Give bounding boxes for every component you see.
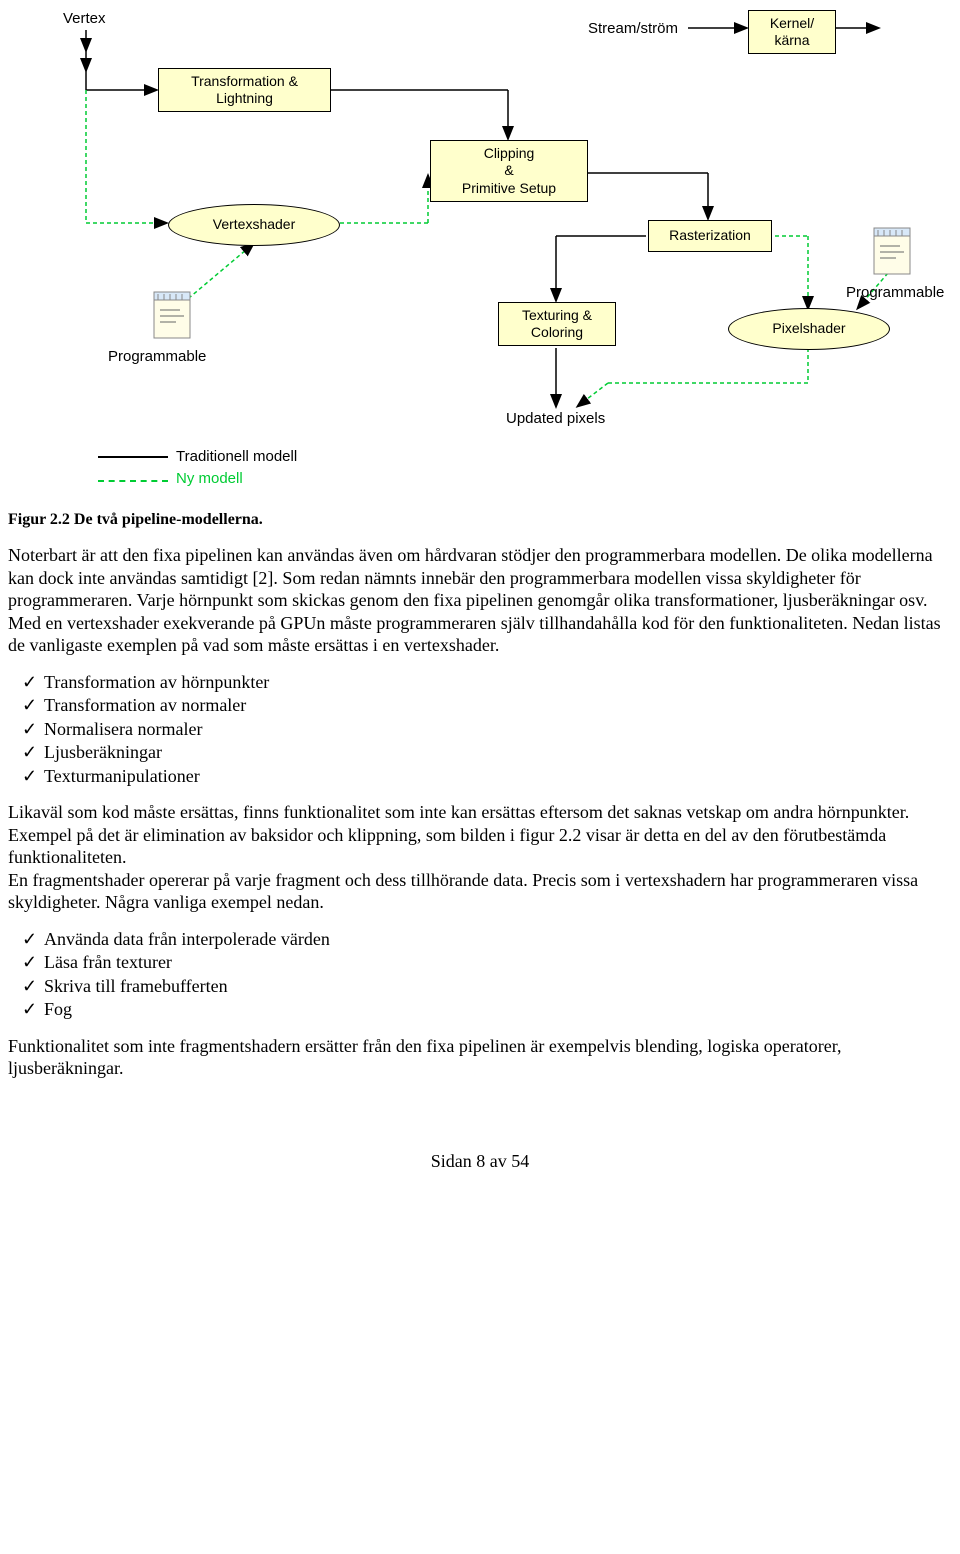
list-item: Fog <box>44 998 952 1021</box>
list-item: Ljusberäkningar <box>44 741 952 764</box>
paragraph-3: Funktionalitet som inte fragmentshadern … <box>8 1035 952 1080</box>
list-fragmentshader: Använda data från interpolerade värden L… <box>8 928 952 1021</box>
legend-new-text: Ny modell <box>176 470 243 489</box>
list-item: Transformation av normaler <box>44 694 952 717</box>
legend-trad-text: Traditionell modell <box>176 448 297 467</box>
list-item: Skriva till framebufferten <box>44 975 952 998</box>
pipeline-diagram: Vertex Stream/ström Kernel/ kärna Transf… <box>8 8 952 508</box>
stream-label: Stream/ström <box>588 20 678 39</box>
list-item: Transformation av hörnpunkter <box>44 671 952 694</box>
list-item: Texturmanipulationer <box>44 765 952 788</box>
legend-trad-line <box>98 456 168 458</box>
legend-new-line <box>98 480 168 482</box>
list-item: Använda data från interpolerade värden <box>44 928 952 951</box>
updated-pixels-label: Updated pixels <box>506 410 605 429</box>
notepad-icon <box>870 224 914 278</box>
notepad-icon <box>150 288 194 342</box>
vertexshader-ellipse: Vertexshader <box>168 204 340 246</box>
programmable-label-2: Programmable <box>846 284 944 303</box>
diagram-connectors <box>8 8 952 508</box>
programmable-label-1: Programmable <box>108 348 206 367</box>
paragraph-1: Noterbart är att den fixa pipelinen kan … <box>8 544 952 657</box>
list-item: Läsa från texturer <box>44 951 952 974</box>
kernel-box: Kernel/ kärna <box>748 10 836 54</box>
transformation-box: Transformation & Lightning <box>158 68 331 112</box>
clipping-box: Clipping & Primitive Setup <box>430 140 588 202</box>
paragraph-2: Likaväl som kod måste ersättas, finns fu… <box>8 801 952 914</box>
list-vertexshader: Transformation av hörnpunkter Transforma… <box>8 671 952 788</box>
figure-caption: Figur 2.2 De två pipeline-modellerna. <box>8 510 952 530</box>
vertex-label: Vertex <box>63 10 106 29</box>
list-item: Normalisera normaler <box>44 718 952 741</box>
pixelshader-ellipse: Pixelshader <box>728 308 890 350</box>
page-footer: Sidan 8 av 54 <box>8 1150 952 1173</box>
rasterization-box: Rasterization <box>648 220 772 252</box>
texturing-box: Texturing & Coloring <box>498 302 616 346</box>
